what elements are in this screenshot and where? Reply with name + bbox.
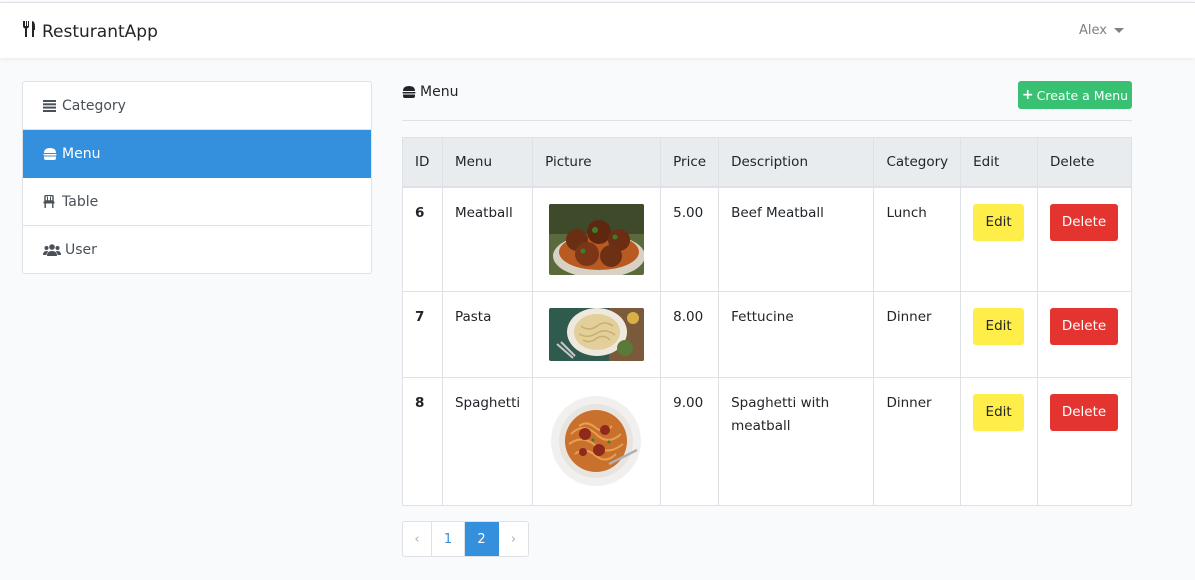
column-header-price: Price (660, 137, 720, 188)
users-icon (43, 243, 62, 256)
cell-id: 8 (402, 376, 443, 506)
meatball-image (549, 203, 645, 275)
cell-menu: Spaghetti (441, 376, 534, 506)
delete-button[interactable]: Delete (1050, 393, 1119, 431)
sidebar-item-label: User (65, 241, 97, 258)
pagination-next[interactable]: › (499, 522, 528, 556)
utensils-icon (22, 20, 42, 43)
sidebar-item-category[interactable]: Category (23, 82, 371, 130)
cell-description: Beef Meatball (718, 186, 875, 292)
cell-picture (532, 186, 662, 292)
column-header-picture: Picture (532, 137, 662, 188)
create-menu-label: Create a Menu (1036, 87, 1129, 103)
brand-name: ResturantApp (42, 21, 158, 42)
pagination: ‹ 1 2 › (402, 521, 529, 557)
hamburger-icon (402, 86, 416, 98)
table-header-row: ID Menu Picture Price Description Catego… (402, 137, 1132, 188)
sidebar-item-label: Table (62, 193, 99, 210)
cell-category: Dinner (873, 290, 962, 378)
column-header-menu: Menu (441, 137, 534, 188)
pasta-image (549, 307, 645, 361)
sidebar-item-label: Category (62, 97, 126, 114)
plus-icon: + (1021, 87, 1034, 103)
cell-id: 7 (402, 290, 443, 378)
cell-edit: Edit (960, 376, 1039, 506)
cell-edit: Edit (960, 290, 1039, 378)
create-menu-button[interactable]: + Create a Menu (1018, 81, 1132, 109)
table-row: 8 Spaghetti 9.00 Spaghetti with meatball… (402, 376, 1132, 506)
column-header-delete: Delete (1037, 137, 1132, 188)
column-header-id: ID (402, 137, 443, 188)
delete-button[interactable]: Delete (1050, 203, 1119, 241)
main-header: Menu + Create a Menu (402, 81, 1132, 121)
table-row: 7 Pasta 8.00 Fettucine Dinner Edit Delet… (402, 290, 1132, 378)
cell-picture (532, 290, 662, 378)
cell-menu: Meatball (441, 186, 534, 292)
cell-category: Lunch (873, 186, 962, 292)
edit-button[interactable]: Edit (973, 393, 1025, 431)
table-row: 6 Meatball 5.00 Beef Meatball Lunch Edit… (402, 186, 1132, 292)
cell-delete: Delete (1037, 290, 1132, 378)
cell-delete: Delete (1037, 376, 1132, 506)
cell-menu: Pasta (441, 290, 534, 378)
edit-button[interactable]: Edit (973, 203, 1025, 241)
cell-description: Fettucine (718, 290, 875, 378)
cell-id: 6 (402, 186, 443, 292)
cell-price: 9.00 (660, 376, 720, 506)
pagination-prev[interactable]: ‹ (403, 522, 432, 556)
cell-edit: Edit (960, 186, 1039, 292)
cell-description: Spaghetti with meatball (718, 376, 875, 506)
column-header-description: Description (718, 137, 875, 188)
user-dropdown[interactable]: Alex (1079, 23, 1124, 38)
hamburger-icon (43, 147, 59, 160)
page-title-text: Menu (420, 84, 459, 100)
sidebar: Category Menu Table User (22, 81, 372, 274)
chair-icon (43, 195, 59, 208)
sidebar-item-user[interactable]: User (23, 226, 371, 273)
cell-picture (532, 376, 662, 506)
sidebar-item-menu[interactable]: Menu (23, 130, 371, 178)
navbar: ResturantApp Alex (0, 2, 1195, 58)
column-header-edit: Edit (960, 137, 1039, 188)
pagination-page-2[interactable]: 2 (465, 522, 499, 556)
cell-price: 8.00 (660, 290, 720, 378)
page-title: Menu (402, 84, 458, 100)
spaghetti-image (549, 393, 645, 489)
brand-link[interactable]: ResturantApp (22, 20, 158, 43)
menu-table: ID Menu Picture Price Description Catego… (402, 137, 1132, 506)
cell-delete: Delete (1037, 186, 1132, 292)
sidebar-item-table[interactable]: Table (23, 178, 371, 226)
sidebar-item-label: Menu (62, 145, 101, 162)
pagination-page-1[interactable]: 1 (432, 522, 465, 556)
column-header-category: Category (873, 137, 962, 188)
caret-down-icon (1114, 28, 1124, 33)
list-icon (43, 99, 59, 112)
cell-category: Dinner (873, 376, 962, 506)
edit-button[interactable]: Edit (973, 307, 1025, 345)
user-name: Alex (1079, 23, 1107, 38)
cell-price: 5.00 (660, 186, 720, 292)
delete-button[interactable]: Delete (1050, 307, 1119, 345)
